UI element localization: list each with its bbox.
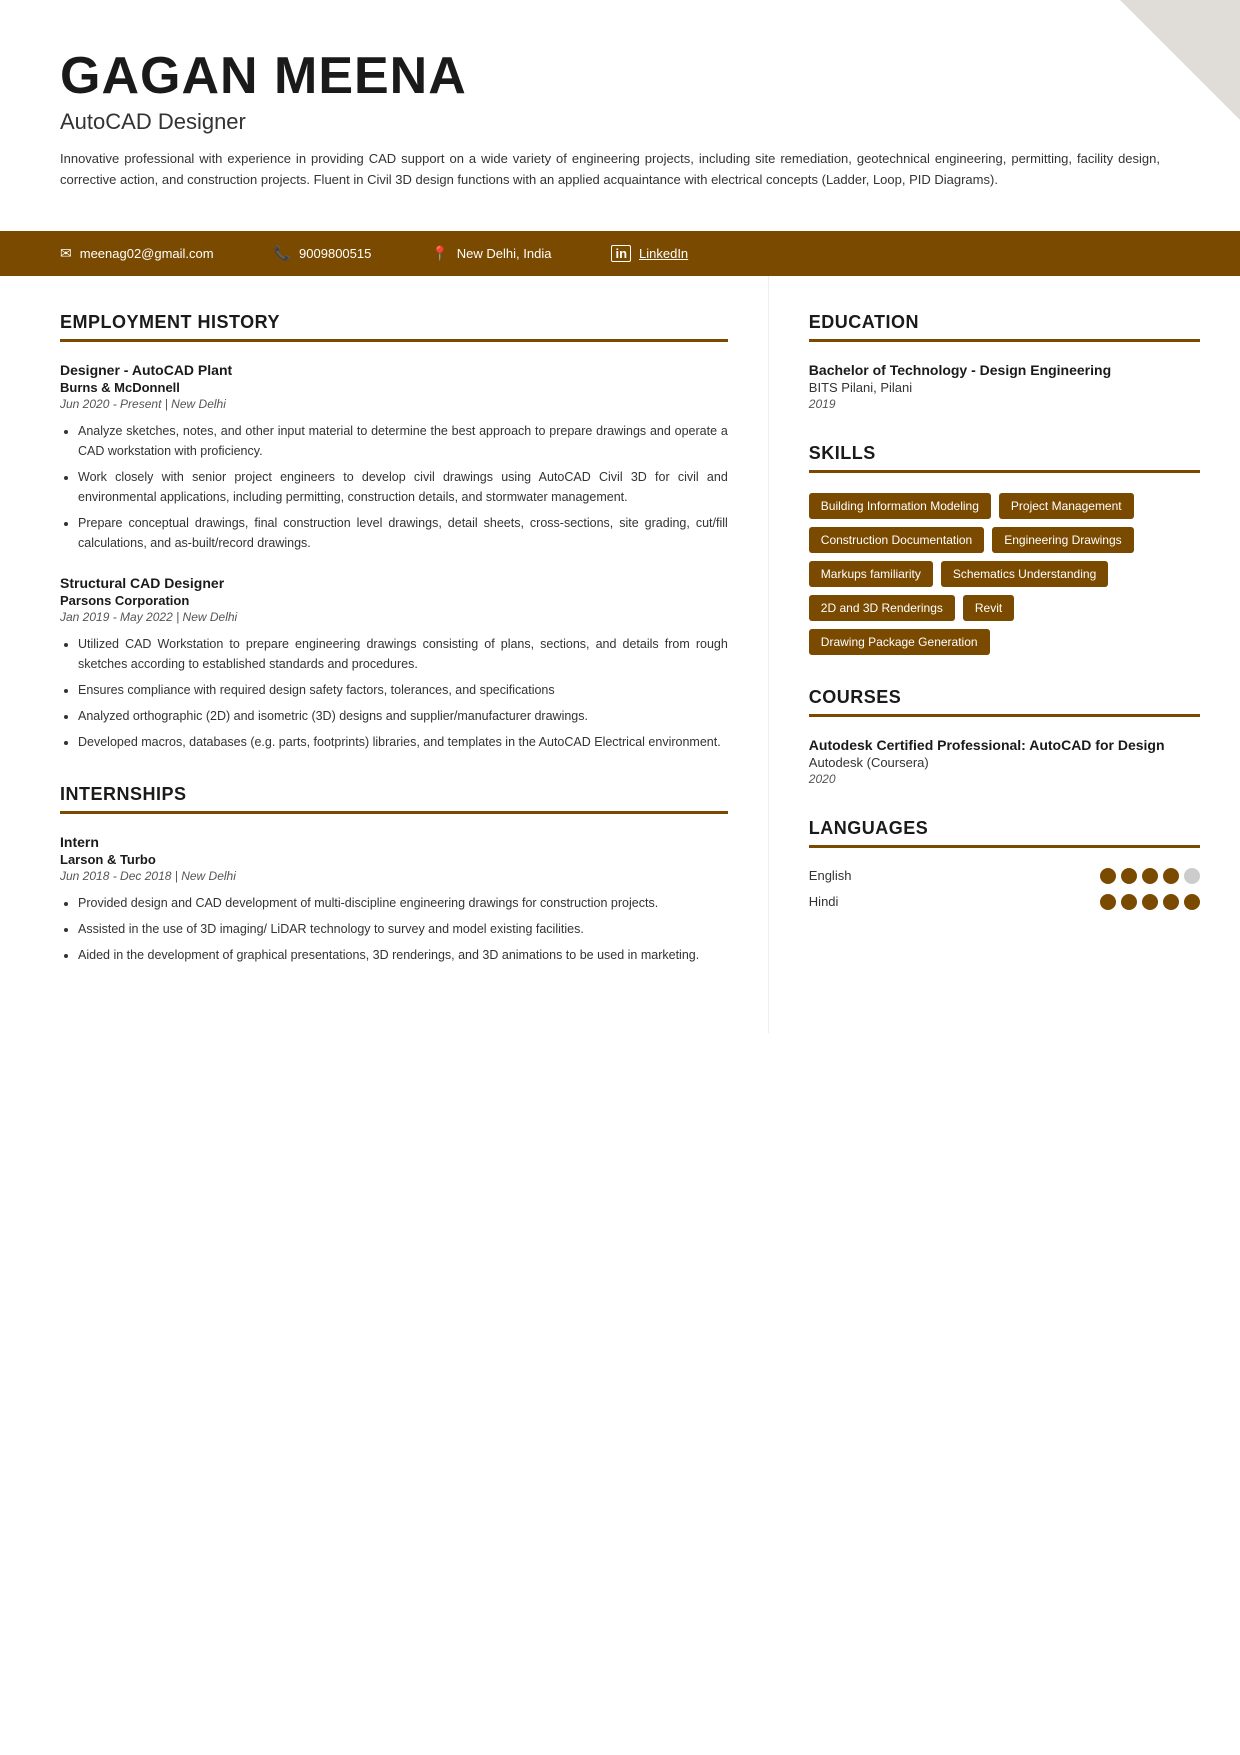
intern-company-1: Larson & Turbo <box>60 852 728 867</box>
contact-phone: 📞 9009800515 <box>274 245 372 262</box>
language-dot-0-0 <box>1100 868 1116 884</box>
candidate-name: GAGAN MEENA <box>60 48 1180 105</box>
summary-text: Innovative professional with experience … <box>60 149 1160 191</box>
company-2: Parsons Corporation <box>60 593 728 608</box>
language-dot-0-1 <box>1121 868 1137 884</box>
course-provider-1: Autodesk (Coursera) <box>809 755 1200 770</box>
edu-degree-1: Bachelor of Technology - Design Engineer… <box>809 362 1200 378</box>
edu-school-1: BITS Pilani, Pilani <box>809 380 1200 395</box>
skills-section: SKILLS Building Information Modeling Proj… <box>809 443 1200 655</box>
contact-linkedin[interactable]: in LinkedIn <box>611 245 688 262</box>
location-value: New Delhi, India <box>457 246 552 261</box>
intern-bullet-2: Assisted in the use of 3D imaging/ LiDAR… <box>78 919 728 939</box>
language-dot-0-4 <box>1184 868 1200 884</box>
language-dot-1-2 <box>1142 894 1158 910</box>
language-dots-1 <box>1100 894 1200 910</box>
language-row-0: English <box>809 868 1200 884</box>
languages-section: LANGUAGES English Hindi <box>809 818 1200 910</box>
courses-title: COURSES <box>809 687 1200 717</box>
language-dots-0 <box>1100 868 1200 884</box>
linkedin-icon: in <box>611 245 631 262</box>
job-title-1: Designer - AutoCAD Plant <box>60 362 728 378</box>
language-dot-0-2 <box>1142 868 1158 884</box>
intern-bullet-3: Aided in the development of graphical pr… <box>78 945 728 965</box>
intern-bullets-1: Provided design and CAD development of m… <box>60 893 728 965</box>
skills-title: SKILLS <box>809 443 1200 473</box>
courses-section: COURSES Autodesk Certified Professional:… <box>809 687 1200 786</box>
language-name-1: Hindi <box>809 894 889 909</box>
bullet-2-3: Analyzed orthographic (2D) and isometric… <box>78 706 728 726</box>
job-date-1: Jun 2020 - Present | New Delhi <box>60 397 728 411</box>
phone-value: 9009800515 <box>299 246 371 261</box>
edu-year-1: 2019 <box>809 397 1200 411</box>
employment-section: EMPLOYMENT HISTORY Designer - AutoCAD Pl… <box>60 312 728 752</box>
location-icon: 📍 <box>431 245 448 262</box>
course-title-1: Autodesk Certified Professional: AutoCAD… <box>809 737 1200 753</box>
language-dot-0-3 <box>1163 868 1179 884</box>
contact-location: 📍 New Delhi, India <box>431 245 551 262</box>
bullet-2-2: Ensures compliance with required design … <box>78 680 728 700</box>
email-value: meenag02@gmail.com <box>80 246 214 261</box>
email-icon: ✉ <box>60 245 72 262</box>
job-bullets-2: Utilized CAD Workstation to prepare engi… <box>60 634 728 752</box>
language-row-1: Hindi <box>809 894 1200 910</box>
company-1: Burns & McDonnell <box>60 380 728 395</box>
skill-tag-0: Building Information Modeling <box>809 493 991 519</box>
bullet-1-1: Analyze sketches, notes, and other input… <box>78 421 728 461</box>
contact-email: ✉ meenag02@gmail.com <box>60 245 214 262</box>
education-title: EDUCATION <box>809 312 1200 342</box>
skill-tag-7: Revit <box>963 595 1014 621</box>
internship-entry-1: Intern Larson & Turbo Jun 2018 - Dec 201… <box>60 834 728 965</box>
header-section: GAGAN MEENA AutoCAD Designer Innovative … <box>0 0 1240 211</box>
phone-icon: 📞 <box>274 245 291 262</box>
job-entry-1: Designer - AutoCAD Plant Burns & McDonne… <box>60 362 728 553</box>
languages-title: LANGUAGES <box>809 818 1200 848</box>
job-date-2: Jan 2019 - May 2022 | New Delhi <box>60 610 728 624</box>
internships-section: INTERNSHIPS Intern Larson & Turbo Jun 20… <box>60 784 728 965</box>
contact-bar: ✉ meenag02@gmail.com 📞 9009800515 📍 New … <box>0 231 1240 276</box>
internships-title: INTERNSHIPS <box>60 784 728 814</box>
job-title-2: Structural CAD Designer <box>60 575 728 591</box>
skill-tag-4: Markups familiarity <box>809 561 933 587</box>
intern-date-1: Jun 2018 - Dec 2018 | New Delhi <box>60 869 728 883</box>
bullet-2-1: Utilized CAD Workstation to prepare engi… <box>78 634 728 674</box>
right-column: EDUCATION Bachelor of Technology - Desig… <box>769 276 1240 1033</box>
left-column: EMPLOYMENT HISTORY Designer - AutoCAD Pl… <box>0 276 769 1033</box>
skills-container: Building Information Modeling Project Man… <box>809 493 1200 655</box>
course-year-1: 2020 <box>809 772 1200 786</box>
language-dot-1-4 <box>1184 894 1200 910</box>
skill-tag-5: Schematics Understanding <box>941 561 1108 587</box>
job-bullets-1: Analyze sketches, notes, and other input… <box>60 421 728 553</box>
language-dot-1-3 <box>1163 894 1179 910</box>
language-dot-1-0 <box>1100 894 1116 910</box>
candidate-title: AutoCAD Designer <box>60 109 1180 135</box>
language-name-0: English <box>809 868 889 883</box>
employment-title: EMPLOYMENT HISTORY <box>60 312 728 342</box>
skill-tag-6: 2D and 3D Renderings <box>809 595 955 621</box>
job-entry-2: Structural CAD Designer Parsons Corporat… <box>60 575 728 752</box>
skill-tag-1: Project Management <box>999 493 1134 519</box>
skill-tag-8: Drawing Package Generation <box>809 629 990 655</box>
resume-wrapper: GAGAN MEENA AutoCAD Designer Innovative … <box>0 0 1240 1755</box>
skill-tag-3: Engineering Drawings <box>992 527 1133 553</box>
two-col-layout: EMPLOYMENT HISTORY Designer - AutoCAD Pl… <box>0 276 1240 1073</box>
bullet-1-3: Prepare conceptual drawings, final const… <box>78 513 728 553</box>
language-dot-1-1 <box>1121 894 1137 910</box>
skill-tag-2: Construction Documentation <box>809 527 984 553</box>
linkedin-link[interactable]: LinkedIn <box>639 246 688 261</box>
education-section: EDUCATION Bachelor of Technology - Desig… <box>809 312 1200 411</box>
intern-title-1: Intern <box>60 834 728 850</box>
bullet-1-2: Work closely with senior project enginee… <box>78 467 728 507</box>
bullet-2-4: Developed macros, databases (e.g. parts,… <box>78 732 728 752</box>
intern-bullet-1: Provided design and CAD development of m… <box>78 893 728 913</box>
languages-container: English Hindi <box>809 868 1200 910</box>
